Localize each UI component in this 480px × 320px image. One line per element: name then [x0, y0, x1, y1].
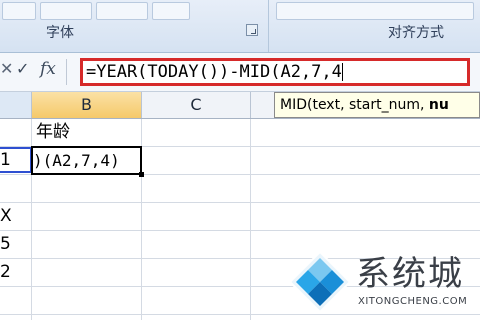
- column-gridline: [250, 119, 251, 320]
- column-header-c[interactable]: C: [142, 92, 251, 118]
- active-cell-text: )(A2,7,4): [33, 151, 120, 170]
- cell-a2: 1: [0, 150, 11, 170]
- alignment-control[interactable]: [276, 2, 474, 20]
- watermark: 系统城 XITONGCHENG.COM: [288, 246, 480, 320]
- insert-function-icon[interactable]: fx: [40, 59, 56, 79]
- cell-a2-reference[interactable]: 1: [0, 147, 32, 173]
- column-header-a[interactable]: [0, 92, 32, 118]
- alignment-group: 对齐方式: [270, 0, 480, 52]
- cell-a4[interactable]: 5: [0, 231, 30, 258]
- alignment-group-label: 对齐方式: [388, 25, 444, 41]
- font-control[interactable]: [152, 2, 190, 20]
- tooltip-text: MID(text, start_num,: [280, 97, 429, 113]
- brand-logo-icon: [288, 250, 352, 314]
- text-caret: [341, 63, 343, 81]
- active-cell-b2[interactable]: )(A2,7,4): [31, 146, 142, 175]
- formula-bar-divider: [66, 59, 67, 85]
- cell-a5[interactable]: 2: [0, 259, 30, 286]
- watermark-url: XITONGCHENG.COM: [358, 296, 468, 307]
- formula-text: =YEAR(TODAY())-MID(A2,7,4: [86, 62, 342, 82]
- font-group: 字体: [0, 0, 269, 52]
- column-header-b[interactable]: B: [32, 92, 142, 118]
- dialog-launcher-icon[interactable]: [246, 24, 258, 36]
- watermark-brand: 系统城: [356, 254, 464, 294]
- font-group-label: 字体: [46, 25, 74, 41]
- font-control[interactable]: [96, 2, 148, 20]
- font-control[interactable]: [2, 2, 36, 20]
- tooltip-current-arg: nu: [428, 97, 449, 113]
- sheet-row: [0, 175, 480, 203]
- formula-input[interactable]: =YEAR(TODAY())-MID(A2,7,4: [80, 58, 470, 86]
- function-tooltip: MID(text, start_num, nu: [274, 92, 480, 118]
- ribbon: 字体 对齐方式: [0, 0, 480, 53]
- sheet-row: [0, 203, 480, 231]
- cell-a3[interactable]: X: [0, 203, 30, 230]
- font-control[interactable]: [40, 2, 92, 20]
- enter-icon[interactable]: ✓: [16, 59, 29, 78]
- fill-handle[interactable]: [139, 172, 144, 177]
- cancel-icon[interactable]: ✕: [0, 59, 13, 78]
- cell-b1[interactable]: 年龄: [36, 119, 136, 146]
- formula-bar: ✕ ✓ fx =YEAR(TODAY())-MID(A2,7,4: [0, 53, 480, 92]
